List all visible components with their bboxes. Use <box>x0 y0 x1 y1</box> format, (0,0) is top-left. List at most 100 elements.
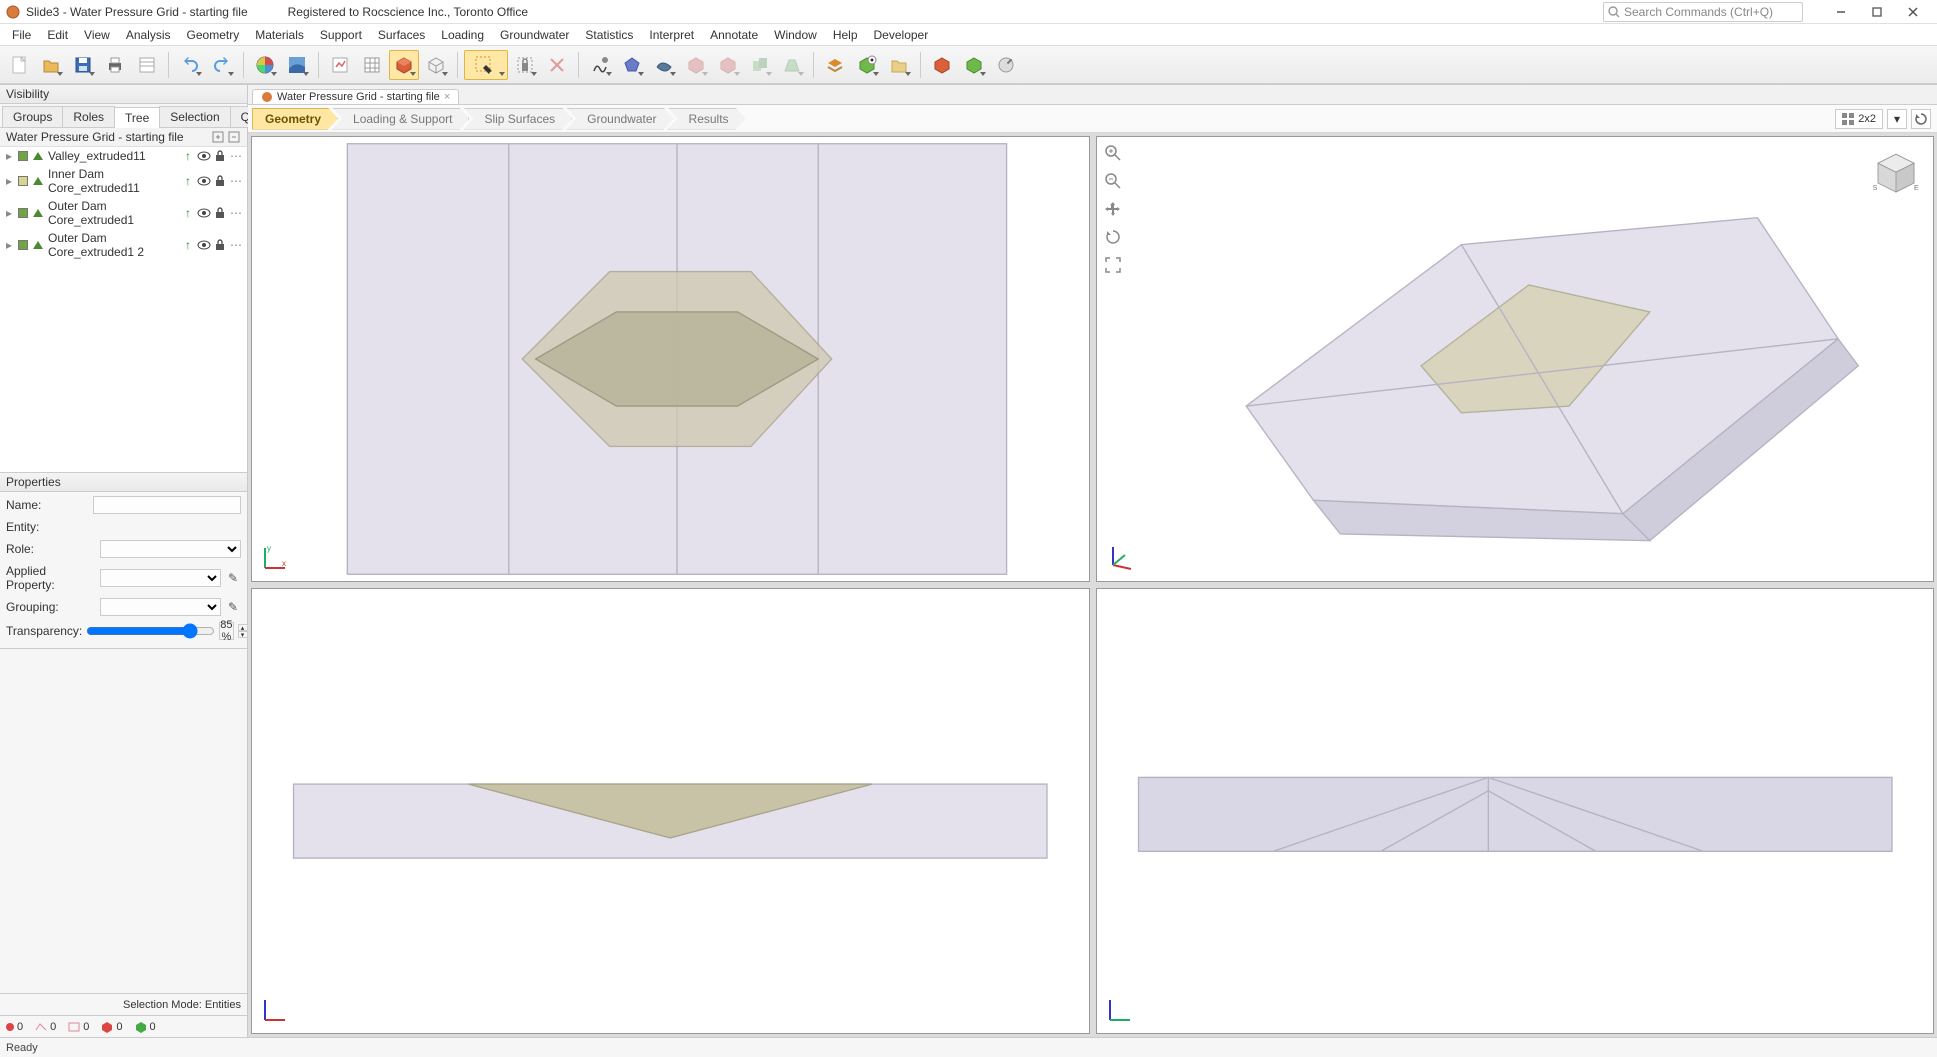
minimize-button[interactable] <box>1823 0 1859 24</box>
prop-applied-select[interactable] <box>100 569 221 587</box>
rotate-icon[interactable] <box>1103 227 1123 247</box>
arrow-up-icon[interactable]: ↑ <box>181 206 195 220</box>
folder-tool-button[interactable] <box>884 50 914 80</box>
menu-edit[interactable]: Edit <box>39 26 76 44</box>
workflow-geometry[interactable]: Geometry <box>252 108 338 130</box>
menu-loading[interactable]: Loading <box>433 26 492 44</box>
close-tab-icon[interactable]: × <box>444 91 450 103</box>
arrow-up-icon[interactable]: ↑ <box>181 238 195 252</box>
save-button[interactable] <box>68 50 98 80</box>
menu-annotate[interactable]: Annotate <box>702 26 766 44</box>
polygon-tool-button[interactable] <box>617 50 647 80</box>
menu-developer[interactable]: Developer <box>866 26 937 44</box>
transparency-down[interactable]: ▾ <box>238 631 248 638</box>
tree-item[interactable]: ▸ Outer Dam Core_extruded1 ↑ ⋯ <box>0 197 247 229</box>
viewcube-icon[interactable]: S E <box>1869 147 1923 201</box>
menu-interpret[interactable]: Interpret <box>641 26 702 44</box>
document-tab[interactable]: Water Pressure Grid - starting file × <box>252 89 459 104</box>
menu-analysis[interactable]: Analysis <box>118 26 179 44</box>
expand-icon[interactable]: ▸ <box>4 206 14 220</box>
workflow-loading-support[interactable]: Loading & Support <box>332 108 469 130</box>
refresh-button[interactable] <box>1911 109 1931 129</box>
menu-statistics[interactable]: Statistics <box>577 26 641 44</box>
wireframe-button[interactable] <box>421 50 451 80</box>
group-tool-button[interactable] <box>745 50 775 80</box>
transparency-slider[interactable] <box>86 623 215 639</box>
menu-file[interactable]: File <box>4 26 39 44</box>
prop-grouping-select[interactable] <box>100 598 221 616</box>
cube-red-button[interactable] <box>927 50 957 80</box>
viewport-perspective[interactable]: S E <box>1096 136 1935 582</box>
transparency-up[interactable]: ▴ <box>238 624 248 631</box>
viewport-layout-select[interactable]: 2x2 <box>1835 109 1883 129</box>
pan-icon[interactable] <box>1103 199 1123 219</box>
box-tool-button[interactable] <box>681 50 711 80</box>
box-tool-2-button[interactable] <box>713 50 743 80</box>
contour-button[interactable] <box>282 50 312 80</box>
3d-model-button[interactable] <box>389 50 419 80</box>
tab-tree[interactable]: Tree <box>114 107 160 128</box>
workflow-slip-surfaces[interactable]: Slip Surfaces <box>463 108 572 130</box>
compute-button[interactable] <box>325 50 355 80</box>
search-commands[interactable]: Search Commands (Ctrl+Q) <box>1603 2 1803 22</box>
eye-icon[interactable] <box>197 149 211 163</box>
prop-name-input[interactable] <box>93 496 241 514</box>
project-settings-button[interactable] <box>132 50 162 80</box>
collapse-all-icon[interactable] <box>227 130 241 144</box>
new-button[interactable] <box>4 50 34 80</box>
edit-applied-icon[interactable]: ✎ <box>225 570 241 586</box>
menu-materials[interactable]: Materials <box>247 26 312 44</box>
eye-icon[interactable] <box>197 238 211 252</box>
layout-dropdown-button[interactable]: ▾ <box>1887 109 1907 129</box>
menu-help[interactable]: Help <box>825 26 866 44</box>
tools-button[interactable] <box>991 50 1021 80</box>
prop-role-select[interactable] <box>100 540 241 558</box>
expand-icon[interactable]: ▸ <box>4 149 14 163</box>
more-icon[interactable]: ⋯ <box>229 206 243 220</box>
layers-button[interactable] <box>820 50 850 80</box>
lock-icon[interactable] <box>213 174 227 188</box>
assign-material-button[interactable] <box>585 50 615 80</box>
lock-icon[interactable] <box>213 206 227 220</box>
transparency-value[interactable]: 85 % <box>219 622 233 640</box>
mesh-tool-button[interactable] <box>777 50 807 80</box>
maximize-button[interactable] <box>1859 0 1895 24</box>
menu-groundwater[interactable]: Groundwater <box>492 26 577 44</box>
tree-item[interactable]: ▸ Inner Dam Core_extruded11 ↑ ⋯ <box>0 165 247 197</box>
edit-grouping-icon[interactable]: ✎ <box>225 599 241 615</box>
more-icon[interactable]: ⋯ <box>229 149 243 163</box>
redo-button[interactable] <box>207 50 237 80</box>
more-icon[interactable]: ⋯ <box>229 238 243 252</box>
zoom-out-icon[interactable] <box>1103 171 1123 191</box>
menu-window[interactable]: Window <box>766 26 825 44</box>
open-button[interactable] <box>36 50 66 80</box>
arrow-up-icon[interactable]: ↑ <box>181 174 195 188</box>
visibility-cube-button[interactable] <box>852 50 882 80</box>
expand-all-icon[interactable] <box>211 130 225 144</box>
surface-tool-button[interactable] <box>649 50 679 80</box>
undo-button[interactable] <box>175 50 205 80</box>
eye-icon[interactable] <box>197 206 211 220</box>
cube-green-button[interactable] <box>959 50 989 80</box>
menu-view[interactable]: View <box>76 26 118 44</box>
menu-support[interactable]: Support <box>312 26 370 44</box>
expand-icon[interactable]: ▸ <box>4 238 14 252</box>
select-entities-button[interactable] <box>464 50 508 80</box>
tree-item[interactable]: ▸ Outer Dam Core_extruded1 2 ↑ ⋯ <box>0 229 247 261</box>
lock-icon[interactable] <box>213 149 227 163</box>
print-button[interactable] <box>100 50 130 80</box>
viewport-side[interactable] <box>1096 588 1935 1034</box>
menu-geometry[interactable]: Geometry <box>179 26 248 44</box>
workflow-groundwater[interactable]: Groundwater <box>566 108 673 130</box>
materials-button[interactable] <box>250 50 280 80</box>
fit-icon[interactable] <box>1103 255 1123 275</box>
expand-icon[interactable]: ▸ <box>4 174 14 188</box>
zoom-in-icon[interactable] <box>1103 143 1123 163</box>
tree-item[interactable]: ▸ Valley_extruded11 ↑ ⋯ <box>0 147 247 165</box>
delete-button[interactable] <box>542 50 572 80</box>
tab-roles[interactable]: Roles <box>62 106 115 127</box>
lock-icon[interactable] <box>213 238 227 252</box>
more-icon[interactable]: ⋯ <box>229 174 243 188</box>
tab-groups[interactable]: Groups <box>2 106 63 127</box>
eye-icon[interactable] <box>197 174 211 188</box>
